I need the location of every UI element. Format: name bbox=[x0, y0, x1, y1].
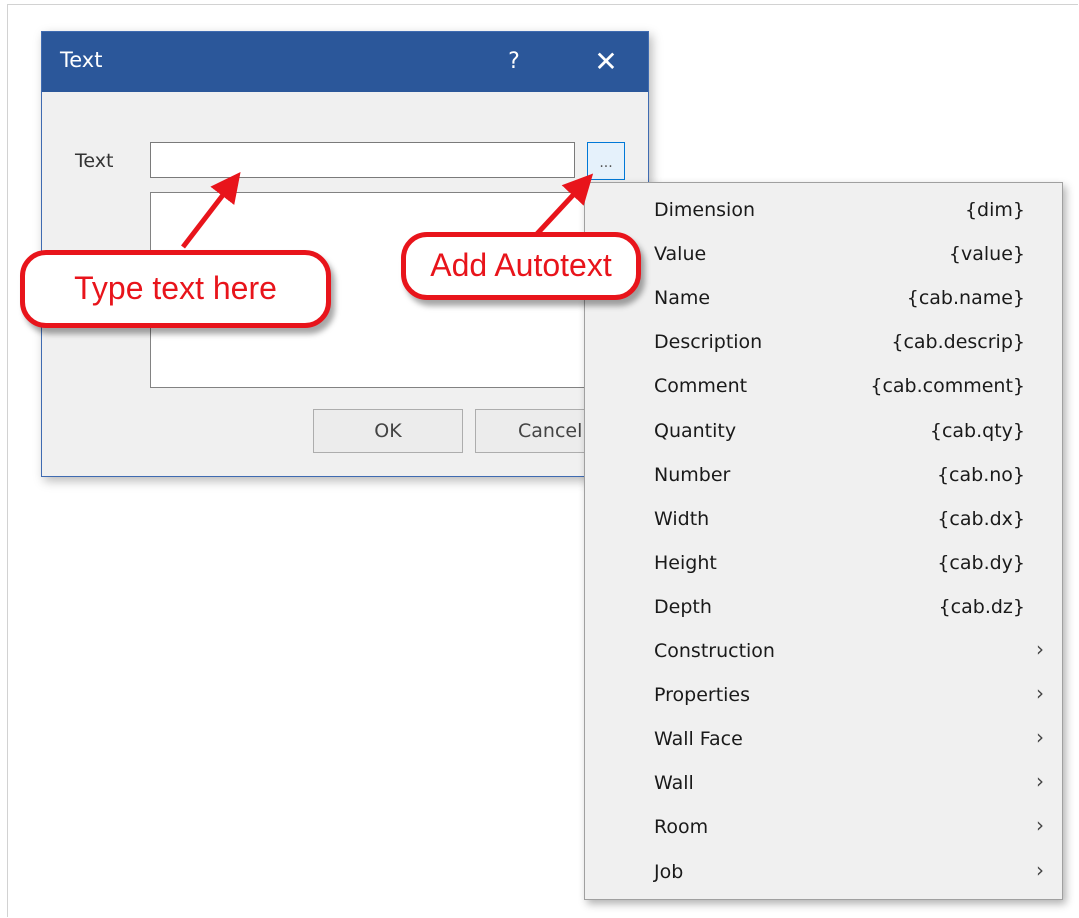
menu-item-label: Height bbox=[654, 551, 717, 574]
chevron-right-icon: › bbox=[1036, 769, 1044, 794]
chevron-right-icon: › bbox=[1036, 813, 1044, 838]
text-input[interactable] bbox=[150, 142, 575, 178]
autotext-button[interactable]: ... bbox=[587, 142, 625, 180]
menu-item-height[interactable]: Height {cab.dy} bbox=[585, 542, 1062, 584]
menu-item-value[interactable]: Value {value} bbox=[585, 233, 1062, 275]
menu-item-construction[interactable]: Construction › bbox=[585, 630, 1062, 672]
menu-item-label: Value bbox=[654, 243, 707, 266]
menu-item-label: Construction bbox=[654, 640, 775, 662]
menu-item-label: Comment bbox=[654, 375, 748, 398]
menu-item-code: {cab.dy} bbox=[937, 551, 1025, 574]
menu-item-number[interactable]: Number {cab.no} bbox=[585, 454, 1062, 496]
menu-item-label: Number bbox=[654, 463, 731, 486]
menu-item-code: {cab.dz} bbox=[938, 595, 1025, 618]
menu-item-label: Wall bbox=[654, 772, 694, 795]
menu-item-code: {cab.qty} bbox=[929, 419, 1025, 442]
menu-item-code: {cab.name} bbox=[906, 287, 1025, 310]
chevron-right-icon: › bbox=[1036, 857, 1044, 882]
menu-item-label: Depth bbox=[654, 595, 712, 618]
text-field-label: Text bbox=[75, 150, 114, 172]
menu-item-label: Description bbox=[654, 331, 763, 354]
autotext-menu: Dimension {dim} Value {value} Name {cab.name}… bbox=[584, 182, 1063, 900]
menu-item-code: {cab.dx} bbox=[937, 507, 1025, 530]
dialog-titlebar[interactable]: Text ? ✕ bbox=[42, 32, 648, 92]
menu-item-dimension[interactable]: Dimension {dim} bbox=[585, 189, 1062, 231]
menu-item-room[interactable]: Room › bbox=[585, 806, 1062, 848]
menu-item-job[interactable]: Job › bbox=[585, 851, 1062, 893]
ok-button[interactable]: OK bbox=[313, 409, 463, 453]
menu-item-label: Quantity bbox=[654, 419, 737, 442]
add-autotext-callout: Add Autotext bbox=[401, 232, 641, 300]
menu-item-comment[interactable]: Comment {cab.comment} bbox=[585, 365, 1062, 407]
menu-item-label: Job bbox=[654, 860, 684, 883]
menu-item-code: {value} bbox=[948, 243, 1025, 266]
dialog-title: Text bbox=[60, 48, 103, 72]
menu-item-label: Wall Face bbox=[654, 728, 743, 751]
chevron-right-icon: › bbox=[1036, 681, 1044, 706]
menu-item-code: {cab.no} bbox=[936, 463, 1025, 486]
menu-item-wall[interactable]: Wall › bbox=[585, 762, 1062, 804]
help-button[interactable]: ? bbox=[489, 36, 539, 88]
chevron-right-icon: › bbox=[1036, 637, 1044, 661]
menu-item-properties[interactable]: Properties › bbox=[585, 674, 1062, 716]
close-button[interactable]: ✕ bbox=[578, 36, 634, 88]
menu-item-quantity[interactable]: Quantity {cab.qty} bbox=[585, 410, 1062, 452]
menu-item-width[interactable]: Width {cab.dx} bbox=[585, 498, 1062, 540]
menu-item-label: Width bbox=[654, 507, 710, 530]
menu-item-code: {cab.comment} bbox=[870, 375, 1025, 398]
menu-item-depth[interactable]: Depth {cab.dz} bbox=[585, 586, 1062, 628]
menu-item-wall-face[interactable]: Wall Face › bbox=[585, 718, 1062, 760]
menu-item-code: {dim} bbox=[964, 199, 1025, 221]
menu-item-name[interactable]: Name {cab.name} bbox=[585, 277, 1062, 319]
menu-item-label: Name bbox=[654, 287, 711, 310]
type-text-callout: Type text here bbox=[20, 250, 331, 328]
menu-item-label: Dimension bbox=[654, 199, 755, 221]
chevron-right-icon: › bbox=[1036, 725, 1044, 750]
menu-item-label: Properties bbox=[654, 684, 751, 707]
menu-item-code: {cab.descrip} bbox=[891, 331, 1025, 354]
menu-item-description[interactable]: Description {cab.descrip} bbox=[585, 321, 1062, 363]
menu-item-label: Room bbox=[654, 816, 709, 839]
